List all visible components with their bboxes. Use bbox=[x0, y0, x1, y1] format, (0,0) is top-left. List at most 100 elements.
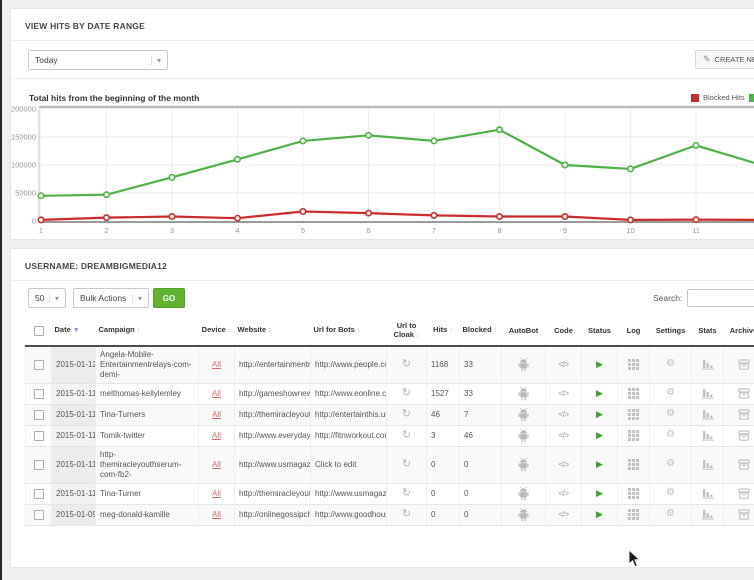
page-size-select[interactable]: 50 ▾ bbox=[28, 288, 66, 308]
cloak-icon[interactable]: ↻ bbox=[402, 508, 411, 520]
sort-icon[interactable]: ↕ bbox=[228, 327, 232, 334]
sort-icon[interactable]: ↕ bbox=[494, 327, 498, 334]
col-header-campaign[interactable]: Campaign↕ bbox=[96, 317, 199, 346]
create-new-campaign-button[interactable]: ✎ CREATE NEW CAMPAIGN bbox=[695, 50, 754, 69]
device-all-link[interactable]: All bbox=[212, 460, 221, 469]
col-header-device[interactable]: Device↕ bbox=[199, 317, 235, 346]
data-point[interactable] bbox=[366, 133, 371, 138]
log-icon[interactable] bbox=[628, 359, 639, 370]
archive-icon[interactable] bbox=[738, 409, 750, 420]
autobot-icon[interactable] bbox=[517, 487, 530, 501]
log-icon[interactable] bbox=[628, 509, 639, 520]
code-icon[interactable]: </> bbox=[558, 510, 568, 519]
status-play-icon[interactable]: ▶ bbox=[596, 509, 603, 519]
data-point[interactable] bbox=[431, 138, 436, 143]
stats-icon[interactable] bbox=[702, 430, 714, 441]
archive-icon[interactable] bbox=[738, 388, 750, 399]
data-point[interactable] bbox=[104, 215, 109, 220]
sort-desc-icon[interactable]: ▼ bbox=[73, 327, 80, 334]
col-header-hits[interactable]: Hits↕ bbox=[427, 317, 460, 346]
archive-icon[interactable] bbox=[738, 430, 750, 441]
row-checkbox[interactable] bbox=[34, 489, 44, 499]
cloak-icon[interactable]: ↻ bbox=[402, 429, 411, 441]
log-icon[interactable] bbox=[628, 488, 639, 499]
autobot-icon[interactable] bbox=[517, 458, 530, 472]
data-point[interactable] bbox=[628, 166, 633, 171]
data-point[interactable] bbox=[562, 162, 567, 167]
col-header-url_cloak[interactable]: Url to Cloak↕ bbox=[387, 317, 427, 346]
stats-icon[interactable] bbox=[702, 509, 714, 520]
cloak-icon[interactable]: ↻ bbox=[402, 408, 411, 420]
data-point[interactable] bbox=[366, 210, 371, 215]
log-icon[interactable] bbox=[628, 388, 639, 399]
data-point[interactable] bbox=[693, 143, 698, 148]
autobot-icon[interactable] bbox=[517, 508, 530, 522]
gear-icon[interactable]: ⚙ bbox=[666, 358, 675, 369]
row-checkbox[interactable] bbox=[34, 510, 44, 520]
archive-icon[interactable] bbox=[738, 509, 750, 520]
autobot-icon[interactable] bbox=[517, 429, 530, 443]
code-icon[interactable]: </> bbox=[558, 410, 568, 419]
device-all-link[interactable]: All bbox=[212, 410, 221, 419]
col-header-website[interactable]: Website↕ bbox=[235, 317, 311, 346]
row-checkbox[interactable] bbox=[34, 389, 44, 399]
row-checkbox[interactable] bbox=[34, 460, 44, 470]
sort-icon[interactable]: ↕ bbox=[357, 327, 361, 334]
gear-icon[interactable]: ⚙ bbox=[666, 508, 675, 519]
code-icon[interactable]: </> bbox=[558, 460, 568, 469]
status-play-icon[interactable]: ▶ bbox=[596, 430, 603, 440]
sort-icon[interactable]: ↕ bbox=[416, 332, 420, 339]
row-checkbox[interactable] bbox=[34, 360, 44, 370]
data-point[interactable] bbox=[300, 138, 305, 143]
autobot-icon[interactable] bbox=[517, 387, 530, 401]
select-all-checkbox[interactable] bbox=[34, 326, 44, 336]
sort-icon[interactable]: ↕ bbox=[268, 327, 272, 334]
search-input[interactable] bbox=[687, 289, 754, 307]
data-point[interactable] bbox=[38, 217, 43, 222]
go-button[interactable]: GO bbox=[153, 288, 185, 308]
gear-icon[interactable]: ⚙ bbox=[666, 487, 675, 498]
code-icon[interactable]: </> bbox=[558, 360, 568, 369]
device-all-link[interactable]: All bbox=[212, 360, 221, 369]
date-range-select[interactable]: Today ▾ bbox=[28, 50, 168, 70]
col-header-url_bots[interactable]: Url for Bots↕ bbox=[311, 317, 387, 346]
log-icon[interactable] bbox=[628, 430, 639, 441]
archive-icon[interactable] bbox=[738, 359, 750, 370]
col-header-date[interactable]: Date▼ bbox=[52, 317, 96, 346]
data-point[interactable] bbox=[169, 214, 174, 219]
code-icon[interactable]: </> bbox=[558, 389, 568, 398]
row-checkbox[interactable] bbox=[34, 410, 44, 420]
data-point[interactable] bbox=[104, 192, 109, 197]
data-point[interactable] bbox=[300, 209, 305, 214]
sort-icon[interactable]: ↕ bbox=[449, 327, 453, 334]
stats-icon[interactable] bbox=[702, 459, 714, 470]
cloak-icon[interactable]: ↻ bbox=[402, 458, 411, 470]
autobot-icon[interactable] bbox=[517, 408, 530, 422]
code-icon[interactable]: </> bbox=[558, 431, 568, 440]
log-icon[interactable] bbox=[628, 409, 639, 420]
archive-icon[interactable] bbox=[738, 459, 750, 470]
status-play-icon[interactable]: ▶ bbox=[596, 388, 603, 398]
gear-icon[interactable]: ⚙ bbox=[666, 458, 675, 469]
data-point[interactable] bbox=[693, 217, 698, 222]
status-play-icon[interactable]: ▶ bbox=[596, 459, 603, 469]
device-all-link[interactable]: All bbox=[212, 389, 221, 398]
data-point[interactable] bbox=[497, 214, 502, 219]
code-icon[interactable]: </> bbox=[558, 489, 568, 498]
data-point[interactable] bbox=[497, 127, 502, 132]
data-point[interactable] bbox=[628, 217, 633, 222]
device-all-link[interactable]: All bbox=[212, 431, 221, 440]
device-all-link[interactable]: All bbox=[212, 510, 221, 519]
bulk-actions-select[interactable]: Bulk Actions ▾ bbox=[73, 288, 149, 308]
status-play-icon[interactable]: ▶ bbox=[596, 359, 603, 369]
status-play-icon[interactable]: ▶ bbox=[596, 488, 603, 498]
data-point[interactable] bbox=[235, 157, 240, 162]
status-play-icon[interactable]: ▶ bbox=[596, 409, 603, 419]
stats-icon[interactable] bbox=[702, 359, 714, 370]
gear-icon[interactable]: ⚙ bbox=[666, 429, 675, 440]
cloak-icon[interactable]: ↻ bbox=[402, 487, 411, 499]
cloak-icon[interactable]: ↻ bbox=[402, 358, 411, 370]
stats-icon[interactable] bbox=[702, 409, 714, 420]
autobot-icon[interactable] bbox=[517, 358, 530, 372]
device-all-link[interactable]: All bbox=[212, 489, 221, 498]
